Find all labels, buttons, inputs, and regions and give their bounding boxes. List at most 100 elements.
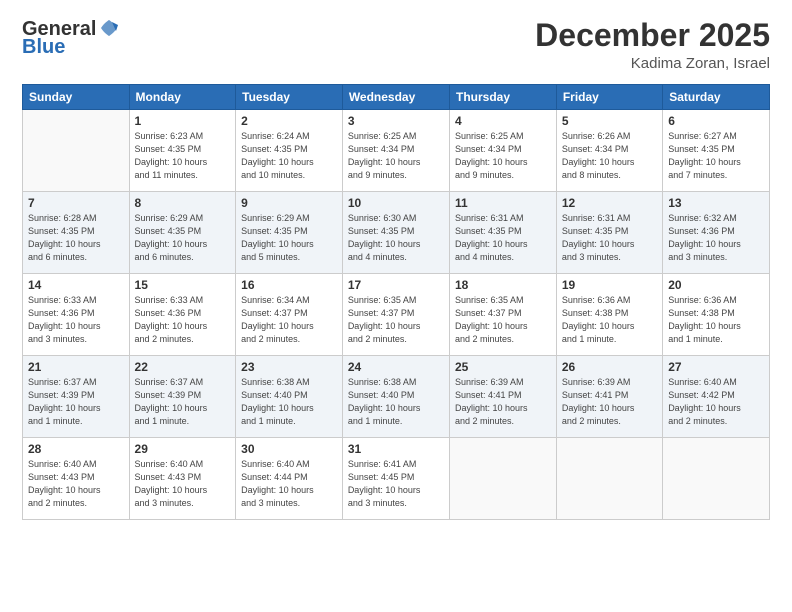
table-row: 20 Sunrise: 6:36 AMSunset: 4:38 PMDayligh… bbox=[663, 274, 770, 356]
calendar-week-row: 7 Sunrise: 6:28 AMSunset: 4:35 PMDaylight… bbox=[23, 192, 770, 274]
day-number: 5 bbox=[562, 114, 657, 128]
day-info: Sunrise: 6:40 AMSunset: 4:43 PMDaylight:… bbox=[28, 458, 124, 510]
day-number: 28 bbox=[28, 442, 124, 456]
table-row: 4 Sunrise: 6:25 AMSunset: 4:34 PMDaylight… bbox=[450, 110, 557, 192]
day-number: 25 bbox=[455, 360, 551, 374]
day-number: 15 bbox=[135, 278, 231, 292]
table-row: 15 Sunrise: 6:33 AMSunset: 4:36 PMDayligh… bbox=[129, 274, 236, 356]
day-number: 3 bbox=[348, 114, 444, 128]
day-number: 12 bbox=[562, 196, 657, 210]
day-number: 24 bbox=[348, 360, 444, 374]
table-row: 31 Sunrise: 6:41 AMSunset: 4:45 PMDayligh… bbox=[342, 438, 449, 520]
day-info: Sunrise: 6:40 AMSunset: 4:43 PMDaylight:… bbox=[135, 458, 231, 510]
day-info: Sunrise: 6:37 AMSunset: 4:39 PMDaylight:… bbox=[135, 376, 231, 428]
day-info: Sunrise: 6:34 AMSunset: 4:37 PMDaylight:… bbox=[241, 294, 337, 346]
col-saturday: Saturday bbox=[663, 85, 770, 110]
table-row: 12Sunrise: 6:31 AMSunset: 4:35 PMDayligh… bbox=[556, 192, 662, 274]
col-wednesday: Wednesday bbox=[342, 85, 449, 110]
calendar-week-row: 1 Sunrise: 6:23 AMSunset: 4:35 PMDaylight… bbox=[23, 110, 770, 192]
day-info: Sunrise: 6:35 AMSunset: 4:37 PMDaylight:… bbox=[348, 294, 444, 346]
col-tuesday: Tuesday bbox=[236, 85, 343, 110]
day-info: Sunrise: 6:39 AMSunset: 4:41 PMDaylight:… bbox=[562, 376, 657, 428]
table-row: 1 Sunrise: 6:23 AMSunset: 4:35 PMDaylight… bbox=[129, 110, 236, 192]
day-number: 23 bbox=[241, 360, 337, 374]
day-number: 10 bbox=[348, 196, 444, 210]
calendar-week-row: 14 Sunrise: 6:33 AMSunset: 4:36 PMDayligh… bbox=[23, 274, 770, 356]
table-row: 14Sunrise: 6:33 AMSunset: 4:36 PMDayligh… bbox=[23, 274, 130, 356]
day-number: 26 bbox=[562, 360, 657, 374]
day-info: Sunrise: 6:24 AMSunset: 4:35 PMDaylight:… bbox=[241, 130, 337, 182]
table-row: 30Sunrise: 6:40 AMSunset: 4:44 PMDayligh… bbox=[236, 438, 343, 520]
day-number: 18 bbox=[455, 278, 551, 292]
page: General Blue December 2025 Kadima Zoran,… bbox=[0, 0, 792, 612]
table-row bbox=[663, 438, 770, 520]
day-info: Sunrise: 6:30 AMSunset: 4:35 PMDaylight:… bbox=[348, 212, 444, 264]
day-info: Sunrise: 6:41 AMSunset: 4:45 PMDaylight:… bbox=[348, 458, 444, 510]
table-row: 24 Sunrise: 6:38 AMSunset: 4:40 PMDayligh… bbox=[342, 356, 449, 438]
calendar-week-row: 28 Sunrise: 6:40 AMSunset: 4:43 PMDayligh… bbox=[23, 438, 770, 520]
table-row: 6 Sunrise: 6:27 AMSunset: 4:35 PMDaylight… bbox=[663, 110, 770, 192]
day-info: Sunrise: 6:28 AMSunset: 4:35 PMDaylight:… bbox=[28, 212, 124, 264]
day-number: 9 bbox=[241, 196, 337, 210]
col-sunday: Sunday bbox=[23, 85, 130, 110]
day-info: Sunrise: 6:36 AMSunset: 4:38 PMDaylight:… bbox=[562, 294, 657, 346]
table-row: 21Sunrise: 6:37 AMSunset: 4:39 PMDayligh… bbox=[23, 356, 130, 438]
table-row: 7 Sunrise: 6:28 AMSunset: 4:35 PMDaylight… bbox=[23, 192, 130, 274]
day-info: Sunrise: 6:27 AMSunset: 4:35 PMDaylight:… bbox=[668, 130, 764, 182]
day-number: 2 bbox=[241, 114, 337, 128]
table-row: 3Sunrise: 6:25 AMSunset: 4:34 PMDaylight… bbox=[342, 110, 449, 192]
calendar-week-row: 21Sunrise: 6:37 AMSunset: 4:39 PMDayligh… bbox=[23, 356, 770, 438]
day-info: Sunrise: 6:26 AMSunset: 4:34 PMDaylight:… bbox=[562, 130, 657, 182]
table-row: 17 Sunrise: 6:35 AMSunset: 4:37 PMDayligh… bbox=[342, 274, 449, 356]
table-row: 22 Sunrise: 6:37 AMSunset: 4:39 PMDayligh… bbox=[129, 356, 236, 438]
table-row bbox=[450, 438, 557, 520]
table-row: 28 Sunrise: 6:40 AMSunset: 4:43 PMDayligh… bbox=[23, 438, 130, 520]
col-friday: Friday bbox=[556, 85, 662, 110]
day-info: Sunrise: 6:31 AMSunset: 4:35 PMDaylight:… bbox=[455, 212, 551, 264]
day-info: Sunrise: 6:38 AMSunset: 4:40 PMDaylight:… bbox=[348, 376, 444, 428]
table-row: 13Sunrise: 6:32 AMSunset: 4:36 PMDayligh… bbox=[663, 192, 770, 274]
day-number: 22 bbox=[135, 360, 231, 374]
logo: General Blue bbox=[22, 18, 120, 59]
day-number: 19 bbox=[562, 278, 657, 292]
col-thursday: Thursday bbox=[450, 85, 557, 110]
table-row: 25 Sunrise: 6:39 AMSunset: 4:41 PMDayligh… bbox=[450, 356, 557, 438]
day-info: Sunrise: 6:38 AMSunset: 4:40 PMDaylight:… bbox=[241, 376, 337, 428]
day-number: 31 bbox=[348, 442, 444, 456]
day-info: Sunrise: 6:33 AMSunset: 4:36 PMDaylight:… bbox=[135, 294, 231, 346]
day-number: 16 bbox=[241, 278, 337, 292]
day-number: 27 bbox=[668, 360, 764, 374]
day-info: Sunrise: 6:39 AMSunset: 4:41 PMDaylight:… bbox=[455, 376, 551, 428]
day-info: Sunrise: 6:36 AMSunset: 4:38 PMDaylight:… bbox=[668, 294, 764, 346]
day-number: 11 bbox=[455, 196, 551, 210]
day-number: 13 bbox=[668, 196, 764, 210]
day-info: Sunrise: 6:29 AMSunset: 4:35 PMDaylight:… bbox=[135, 212, 231, 264]
table-row: 16 Sunrise: 6:34 AMSunset: 4:37 PMDayligh… bbox=[236, 274, 343, 356]
day-number: 6 bbox=[668, 114, 764, 128]
table-row: 18 Sunrise: 6:35 AMSunset: 4:37 PMDayligh… bbox=[450, 274, 557, 356]
day-number: 20 bbox=[668, 278, 764, 292]
day-number: 17 bbox=[348, 278, 444, 292]
header: General Blue December 2025 Kadima Zoran,… bbox=[22, 18, 770, 72]
day-info: Sunrise: 6:25 AMSunset: 4:34 PMDaylight:… bbox=[455, 130, 551, 182]
day-number: 7 bbox=[28, 196, 124, 210]
day-number: 14 bbox=[28, 278, 124, 292]
table-row bbox=[556, 438, 662, 520]
title-block: December 2025 Kadima Zoran, Israel bbox=[535, 18, 770, 72]
table-row: 2 Sunrise: 6:24 AMSunset: 4:35 PMDaylight… bbox=[236, 110, 343, 192]
day-info: Sunrise: 6:37 AMSunset: 4:39 PMDaylight:… bbox=[28, 376, 124, 428]
day-number: 8 bbox=[135, 196, 231, 210]
calendar-header-row: Sunday Monday Tuesday Wednesday Thursday… bbox=[23, 85, 770, 110]
day-info: Sunrise: 6:29 AMSunset: 4:35 PMDaylight:… bbox=[241, 212, 337, 264]
day-info: Sunrise: 6:23 AMSunset: 4:35 PMDaylight:… bbox=[135, 130, 231, 182]
table-row: 23 Sunrise: 6:38 AMSunset: 4:40 PMDayligh… bbox=[236, 356, 343, 438]
calendar-table: Sunday Monday Tuesday Wednesday Thursday… bbox=[22, 84, 770, 520]
day-info: Sunrise: 6:35 AMSunset: 4:37 PMDaylight:… bbox=[455, 294, 551, 346]
table-row bbox=[23, 110, 130, 192]
day-number: 1 bbox=[135, 114, 231, 128]
day-number: 4 bbox=[455, 114, 551, 128]
table-row: 9 Sunrise: 6:29 AMSunset: 4:35 PMDaylight… bbox=[236, 192, 343, 274]
day-number: 30 bbox=[241, 442, 337, 456]
table-row: 27Sunrise: 6:40 AMSunset: 4:42 PMDayligh… bbox=[663, 356, 770, 438]
table-row: 19 Sunrise: 6:36 AMSunset: 4:38 PMDayligh… bbox=[556, 274, 662, 356]
